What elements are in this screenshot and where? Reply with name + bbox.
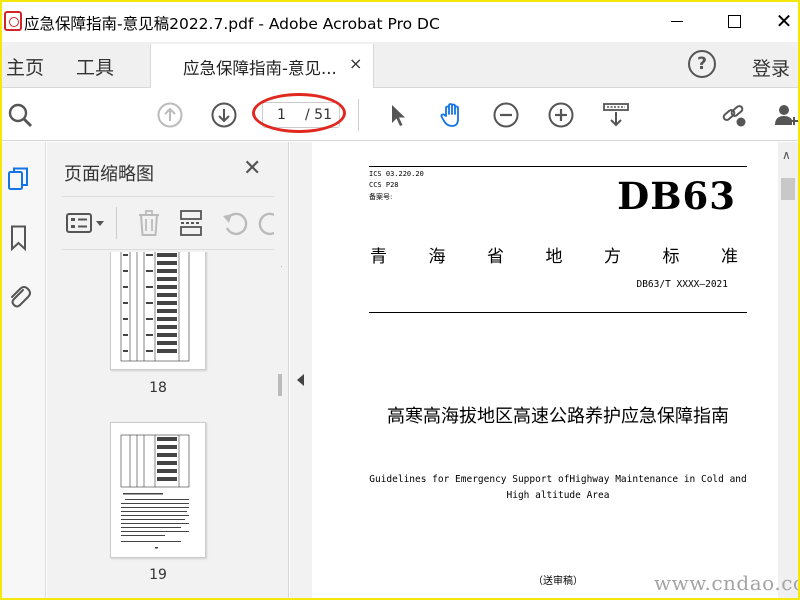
bookmarks-icon[interactable] (6, 224, 32, 252)
thumbnail-list[interactable]: 18 19 ∧ (62, 252, 282, 598)
watermark-text: www.cndao.com (654, 571, 798, 595)
record-number: 备案号: (369, 193, 393, 201)
insert-page-icon[interactable] (176, 208, 206, 238)
header-rule (369, 166, 747, 167)
previous-page-icon[interactable] (156, 101, 184, 129)
standard-type: 青 海 省 地 方 标 准 (370, 242, 738, 267)
delete-page-icon[interactable] (134, 208, 164, 238)
document-page[interactable]: ICS 03.220.20 CCS P28 备案号: DB63 青 海 省 地 … (312, 142, 798, 598)
close-window-button[interactable]: ✕ (770, 8, 798, 34)
search-icon[interactable] (6, 101, 34, 129)
help-icon[interactable]: ? (688, 50, 716, 78)
close-tab-icon[interactable]: × (349, 54, 362, 73)
ccs-code: CCS P28 (369, 181, 399, 189)
next-page-icon[interactable] (210, 101, 238, 129)
share-link-icon[interactable] (720, 101, 748, 129)
collapse-panel-icon[interactable] (297, 374, 304, 386)
hand-tool-icon[interactable] (438, 101, 466, 129)
thumbnail-label: 19 (149, 567, 167, 583)
highlight-ellipse (252, 93, 346, 133)
tab-tools[interactable]: 工具 (76, 53, 114, 80)
standard-type-char: 海 (428, 247, 446, 267)
select-cursor-icon[interactable] (384, 101, 412, 129)
scrollbar-thumb[interactable] (781, 178, 795, 200)
scroll-up-icon[interactable]: ∧ (782, 148, 791, 162)
rotate-counterclockwise-icon[interactable] (220, 208, 250, 238)
scrollbar-thumb[interactable] (278, 374, 282, 396)
standard-type-char: 方 (604, 247, 621, 267)
panel-toolbar (62, 196, 274, 250)
panel-divider (116, 207, 117, 239)
document-title-en: Guidelines for Emergency Support ofHighw… (369, 474, 747, 501)
document-tab-label: 应急保障指南-意见... (183, 59, 337, 78)
tab-bar: 主页 工具 应急保障指南-意见... × ? 登录 (2, 42, 798, 88)
scroll-up-icon[interactable]: ∧ (280, 256, 282, 270)
standard-type-char: 地 (545, 247, 563, 267)
options-menu-icon[interactable] (64, 208, 108, 238)
ics-code: ICS 03.220.20 (369, 170, 424, 178)
page-display-icon[interactable] (602, 101, 630, 129)
navigation-rail (2, 142, 46, 598)
maximize-button[interactable] (720, 8, 748, 34)
document-title-cn: 高寒高海拔地区高速公路养护应急保障指南 (387, 406, 729, 427)
acrobat-icon (4, 11, 22, 31)
minimize-button[interactable] (664, 8, 692, 34)
standard-type-char: 青 (370, 247, 387, 267)
tab-home[interactable]: 主页 (6, 53, 44, 80)
document-scrollbar[interactable]: ∧ (778, 142, 798, 598)
standard-code: DB63 (617, 174, 736, 218)
panel-title: 页面缩略图 (64, 164, 154, 185)
thumbnail-scrollbar[interactable]: ∧ (276, 252, 282, 598)
page-thumbnail-19[interactable] (110, 422, 206, 558)
acrobat-window: 应急保障指南-意见稿2022.7.pdf - Adobe Acrobat Pro… (2, 2, 798, 598)
rotate-clockwise-icon[interactable] (256, 208, 274, 238)
standard-number: DB63/T XXXX—2021 (636, 279, 728, 290)
page-thumbnails-panel: 页面缩略图 ✕ 18 19 (47, 142, 289, 598)
close-panel-icon[interactable]: ✕ (243, 156, 261, 181)
window-title: 应急保障指南-意见稿2022.7.pdf - Adobe Acrobat Pro… (24, 15, 440, 33)
share-user-icon[interactable] (772, 101, 798, 129)
attachments-icon[interactable] (6, 282, 32, 310)
thumbnail-label: 18 (149, 380, 167, 396)
title-bar: 应急保障指南-意见稿2022.7.pdf - Adobe Acrobat Pro… (2, 2, 798, 42)
standard-type-char: 省 (487, 247, 504, 267)
tab-document[interactable]: 应急保障指南-意见... × (150, 44, 374, 88)
standard-type-char: 标 (662, 247, 680, 267)
toolbar: 1 / 51 (2, 89, 798, 141)
title-rule (369, 312, 747, 313)
standard-type-char: 准 (721, 247, 738, 267)
zoom-out-icon[interactable] (492, 101, 520, 129)
page-thumbnails-icon[interactable] (6, 166, 32, 194)
zoom-in-icon[interactable] (547, 101, 575, 129)
panel-collapse-strip[interactable] (290, 142, 312, 598)
login-button[interactable]: 登录 (752, 54, 790, 81)
toolbar-divider (358, 99, 359, 131)
page-thumbnail-18[interactable] (110, 252, 206, 370)
